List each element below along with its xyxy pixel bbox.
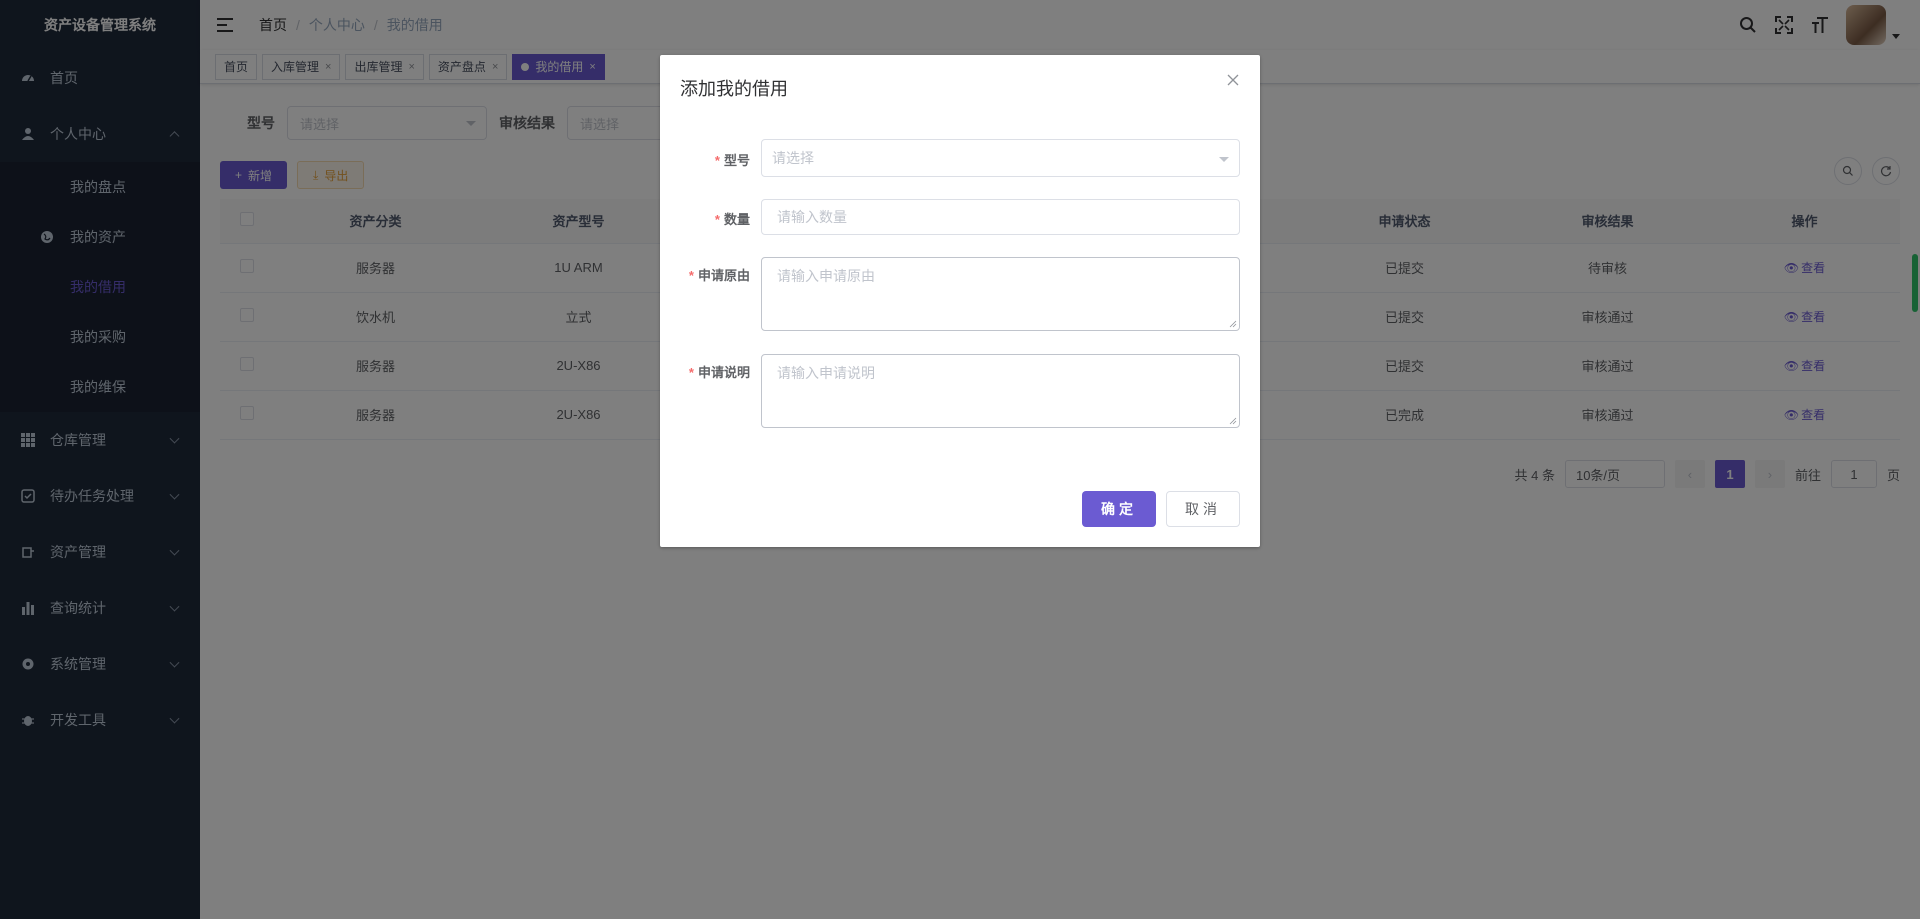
resize-handle-icon — [1229, 320, 1237, 328]
add-borrow-dialog: 添加我的借用 * 型号 请选择 * 数量 请输入数量 * 申请原由 请输入申请原由 *… — [660, 55, 1260, 547]
form-label-description: * 申请说明 — [688, 365, 750, 380]
textarea-placeholder: 请输入申请原由 — [777, 268, 875, 284]
reason-textarea[interactable]: 请输入申请原由 — [761, 257, 1240, 331]
description-textarea[interactable]: 请输入申请说明 — [761, 354, 1240, 428]
form-label-model: * 型号 — [714, 153, 750, 168]
cancel-button[interactable]: 取消 — [1166, 491, 1240, 527]
dialog-title: 添加我的借用 — [680, 79, 788, 99]
form-label-quantity: * 数量 — [714, 212, 750, 227]
form-label-reason: * 申请原由 — [688, 268, 750, 283]
select-placeholder: 请选择 — [772, 150, 814, 166]
resize-handle-icon — [1229, 417, 1237, 425]
quantity-input[interactable]: 请输入数量 — [761, 199, 1240, 235]
close-icon[interactable] — [1226, 73, 1242, 89]
input-placeholder: 请输入数量 — [777, 209, 847, 225]
confirm-button[interactable]: 确定 — [1082, 491, 1156, 527]
model-select[interactable]: 请选择 — [761, 139, 1240, 177]
textarea-placeholder: 请输入申请说明 — [777, 365, 875, 381]
chevron-down-icon — [1219, 157, 1229, 162]
